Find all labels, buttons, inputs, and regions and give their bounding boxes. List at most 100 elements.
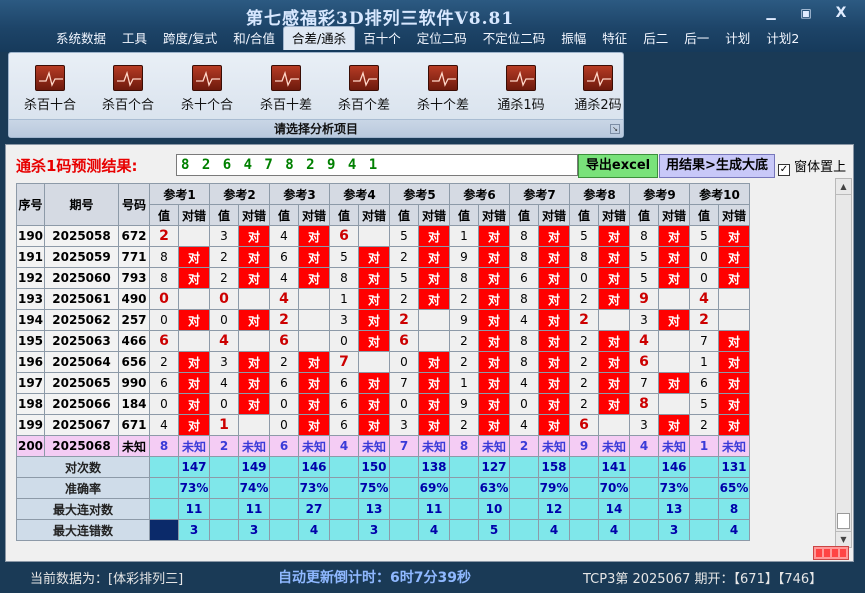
table-row[interactable]: 191 2025059 771 8 对 2 对 6 对 5 对 2 对 9 对 8 对 8 对 5 对 0 对	[16, 246, 750, 268]
menu-item-13[interactable]: 计划	[717, 27, 758, 51]
number-cell: 672	[118, 225, 150, 247]
ribbon-button-2[interactable]: 杀百个合	[91, 65, 165, 113]
menu-item-3[interactable]: 跨度/复式	[155, 27, 225, 51]
value-cell: 8	[149, 435, 179, 457]
ribbon-button-1[interactable]: 杀百十合	[13, 65, 87, 113]
table-row[interactable]: 193 2025061 490 0 0 4 1 对 2 对 2 对 8 对 2 对 9 4	[16, 288, 750, 310]
window-on-top-checkbox[interactable]: ✓ 窗体置上	[778, 156, 846, 176]
prediction-label: 通杀1码预测结果:	[16, 157, 138, 175]
hit-cell: 对	[238, 309, 270, 331]
stat-value: 149	[238, 456, 270, 478]
value-cell: 8	[509, 330, 539, 352]
hit-cell: 对	[598, 246, 630, 268]
value-cell: 0	[569, 267, 599, 289]
value-cell: 6	[389, 330, 419, 352]
table-row[interactable]: 192 2025060 793 8 对 2 对 4 对 8 对 5 对 8 对 6 对 0 对 5 对 0 对	[16, 267, 750, 289]
table-row[interactable]: 195 2025063 466 6 4 6 0 对 6 2 对 8 对 2 对 4 7 对	[16, 330, 750, 352]
check-subheader: 对错	[178, 204, 210, 226]
value-cell: 4	[269, 288, 299, 310]
countdown-value: 6时7分39秒	[390, 570, 471, 586]
value-cell: 6	[149, 372, 179, 394]
check-subheader: 对错	[658, 204, 690, 226]
table-row[interactable]: 199 2025067 671 4 对 1 0 对 6 对 3 对 2 对 4 对 6 3 对 2 对	[16, 414, 750, 436]
miss-cell	[658, 393, 690, 415]
value-cell: 0	[689, 267, 719, 289]
table-row[interactable]: 196 2025064 656 2 对 3 对 2 对 7 0 对 2 对 8 对 2 对 6 1 对	[16, 351, 750, 373]
hit-cell: 对	[418, 225, 450, 247]
scroll-down-icon[interactable]: ▼	[836, 531, 851, 547]
value-cell: 9	[449, 309, 479, 331]
ribbon-button-6[interactable]: 杀十个差	[406, 65, 480, 113]
menu-item-1[interactable]: 系统数据	[48, 27, 114, 51]
menu-item-6[interactable]: 百十个	[355, 27, 409, 51]
unknown-cell: 未知	[358, 435, 390, 457]
ribbon-expand-icon[interactable]: ↘	[610, 124, 620, 134]
menu-item-4[interactable]: 和/合值	[225, 27, 283, 51]
check-subheader: 对错	[718, 204, 750, 226]
pending-row[interactable]: 200 2025068 未知 8 未知 2 未知 6 未知 4 未知 7 未知 8 未知 2 未知 9 未知 4 未知 1…	[16, 435, 750, 457]
menu-item-2[interactable]: 工具	[114, 27, 155, 51]
generate-base-button[interactable]: 用结果>生成大底	[659, 154, 775, 178]
export-excel-button[interactable]: 导出excel	[578, 154, 658, 178]
value-cell: 0	[389, 393, 419, 415]
chart-icon	[35, 65, 65, 91]
hit-cell: 对	[658, 246, 690, 268]
value-cell: 7	[389, 435, 419, 457]
stat-spacer	[449, 477, 479, 499]
vertical-scrollbar[interactable]: ▲ ▼	[835, 178, 852, 548]
value-cell: 2	[149, 225, 179, 247]
stat-spacer	[329, 519, 359, 541]
scroll-up-icon[interactable]: ▲	[836, 179, 851, 195]
hit-cell: 对	[598, 267, 630, 289]
miss-cell	[598, 309, 630, 331]
menu-item-7[interactable]: 定位二码	[409, 27, 475, 51]
hit-cell: 对	[358, 309, 390, 331]
scrollbar-thumb[interactable]	[837, 513, 850, 529]
menu-item-8[interactable]: 不定位二码	[475, 27, 554, 51]
ribbon-button-7[interactable]: 通杀1码	[484, 65, 558, 113]
hit-cell: 对	[658, 414, 690, 436]
table-row[interactable]: 194 2025062 257 0 对 0 对 2 3 对 2 9 对 4 对 2 3 对 2	[16, 309, 750, 331]
hit-cell: 对	[418, 372, 450, 394]
menu-item-14[interactable]: 计划2	[758, 27, 807, 51]
hit-cell: 对	[478, 225, 510, 247]
value-cell: 5	[629, 246, 659, 268]
value-cell: 7	[689, 330, 719, 352]
ribbon-button-3[interactable]: 杀十个合	[170, 65, 244, 113]
menu-item-12[interactable]: 后一	[676, 27, 717, 51]
table-row[interactable]: 198 2025066 184 0 对 0 对 0 对 6 对 0 对 9 对 0 对 2 对 8 5 对	[16, 393, 750, 415]
hit-cell: 对	[598, 288, 630, 310]
maximize-button[interactable]: ▣	[795, 5, 817, 21]
menu-item-10[interactable]: 特征	[594, 27, 635, 51]
menu-item-9[interactable]: 振幅	[553, 27, 594, 51]
prediction-result-field[interactable]: 8 2 6 4 7 8 2 9 4 1	[176, 154, 578, 176]
checkbox-icon[interactable]: ✓	[778, 164, 790, 176]
number-cell: 671	[118, 414, 150, 436]
ribbon-button-8[interactable]: 通杀2码	[561, 65, 635, 113]
ribbon-button-label: 杀百十合	[23, 98, 76, 113]
ribbon-button-5[interactable]: 杀百个差	[327, 65, 401, 113]
number-cell: 466	[118, 330, 150, 352]
value-cell: 8	[509, 351, 539, 373]
unknown-cell: 未知	[478, 435, 510, 457]
close-button[interactable]: X	[830, 5, 852, 21]
hit-cell: 对	[238, 267, 270, 289]
value-cell: 1	[449, 225, 479, 247]
stat-label: 准确率	[16, 477, 150, 499]
table-row[interactable]: 190 2025058 672 2 3 对 4 对 6 5 对 1 对 8 对 5 对 8 对 5 对	[16, 225, 750, 247]
value-cell: 6	[689, 372, 719, 394]
value-cell: 5	[389, 225, 419, 247]
value-cell: 2	[569, 330, 599, 352]
minimize-button[interactable]: ▁	[760, 5, 782, 21]
ribbon-button-4[interactable]: 杀百十差	[249, 65, 323, 113]
table-row[interactable]: 197 2025065 990 6 对 4 对 6 对 6 对 7 对 1 对 4 对 2 对 7 对 6 对	[16, 372, 750, 394]
stat-value: 127	[478, 456, 510, 478]
value-cell: 9	[449, 246, 479, 268]
hit-cell: 对	[178, 414, 210, 436]
menu-item-5[interactable]: 合差/通杀	[282, 26, 356, 50]
col-seq-header: 序号	[16, 183, 45, 226]
number-cell: 793	[118, 267, 150, 289]
menu-item-11[interactable]: 后二	[635, 27, 676, 51]
stat-value: 131	[718, 456, 750, 478]
miss-cell	[418, 330, 450, 352]
